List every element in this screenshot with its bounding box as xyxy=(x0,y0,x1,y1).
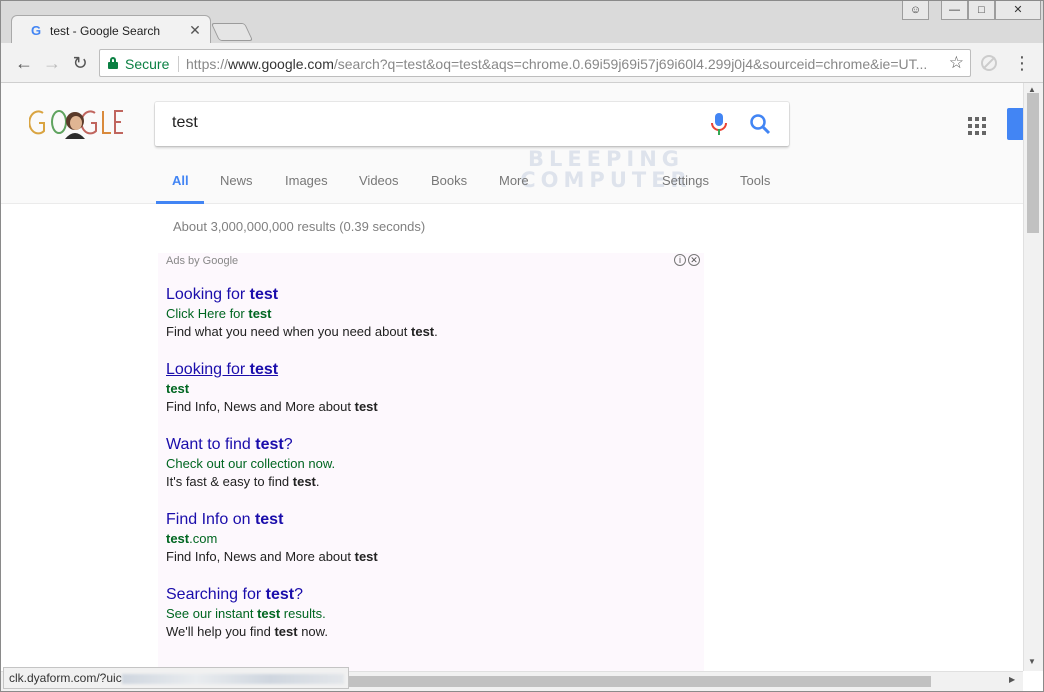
close-window-button[interactable]: ✕ xyxy=(995,1,1041,20)
reload-icon[interactable]: ↻ xyxy=(69,52,91,74)
minimize-button[interactable]: — xyxy=(941,1,968,20)
info-icon[interactable]: i xyxy=(674,254,686,266)
ad-item: Looking for test Click Here for test Fin… xyxy=(166,285,686,341)
ad-description: It's fast & easy to find test. xyxy=(166,474,320,489)
blocked-extension-icon[interactable] xyxy=(981,55,997,71)
lock-icon xyxy=(108,57,118,69)
tab-news[interactable]: News xyxy=(220,173,253,188)
maximize-button[interactable]: □ xyxy=(968,1,995,20)
scroll-right-icon[interactable]: ▶ xyxy=(1009,675,1015,684)
tab-videos[interactable]: Videos xyxy=(359,173,399,188)
window-controls: ☺ — □ ✕ xyxy=(902,1,1041,21)
tab-title: test - Google Search xyxy=(50,24,161,38)
url-text[interactable]: https://www.google.com/search?q=test&oq=… xyxy=(186,56,936,72)
back-icon[interactable]: ← xyxy=(13,52,35,74)
status-bar-url: clk.dyaform.com/?uic xyxy=(3,667,349,689)
tab-images[interactable]: Images xyxy=(285,173,328,188)
tab-tools[interactable]: Tools xyxy=(740,173,770,188)
search-box[interactable]: test xyxy=(155,102,789,146)
search-query[interactable]: test xyxy=(172,114,198,132)
ad-title[interactable]: Find Info on test xyxy=(166,510,686,530)
ad-display-url[interactable]: test.com xyxy=(166,530,686,548)
browser-toolbar: ← → ↻ Secure https://www.google.com/sear… xyxy=(1,43,1043,83)
forward-icon[interactable]: → xyxy=(41,52,63,74)
ad-item: Want to find test? Check out our collect… xyxy=(166,435,686,491)
ad-description: Find what you need when you need about t… xyxy=(166,324,438,339)
menu-icon[interactable]: ⋮ xyxy=(1013,53,1031,73)
tab-all[interactable]: All xyxy=(172,173,189,188)
new-tab-button[interactable] xyxy=(210,23,254,41)
ad-title[interactable]: Want to find test? xyxy=(166,435,686,455)
ad-item: Find Info on test test.com Find Info, Ne… xyxy=(166,510,686,566)
tab-books[interactable]: Books xyxy=(431,173,467,188)
redacted-url-part xyxy=(121,673,344,684)
google-favicon-icon: G xyxy=(30,23,42,38)
title-bar: G test - Google Search ✕ ☺ — □ ✕ xyxy=(1,1,1043,45)
apps-grid-icon[interactable] xyxy=(968,117,986,135)
vertical-scrollbar[interactable]: ▲ ▼ xyxy=(1023,83,1043,671)
scroll-down-icon[interactable]: ▼ xyxy=(1028,657,1036,666)
tab-settings[interactable]: Settings xyxy=(662,173,709,188)
ad-description: Find Info, News and More about test xyxy=(166,399,378,414)
ad-description: We'll help you find test now. xyxy=(166,624,328,639)
active-tab-indicator xyxy=(156,201,204,204)
tab-more[interactable]: More xyxy=(499,173,529,188)
ad-description: Find Info, News and More about test xyxy=(166,549,378,564)
close-icon[interactable]: ✕ xyxy=(688,254,700,266)
result-stats: About 3,000,000,000 results (0.39 second… xyxy=(173,219,426,234)
address-separator xyxy=(178,56,179,72)
google-doodle-logo[interactable] xyxy=(29,105,125,141)
search-tabs: All News Images Videos Books More Settin… xyxy=(1,173,1023,204)
ad-title[interactable]: Looking for test xyxy=(166,285,686,305)
ad-display-url[interactable]: Check out our collection now. xyxy=(166,455,686,473)
ad-display-url[interactable]: test xyxy=(166,380,686,398)
user-profile-icon[interactable]: ☺ xyxy=(902,1,929,20)
horizontal-scroll-thumb[interactable] xyxy=(347,676,931,687)
tab-close-icon[interactable]: ✕ xyxy=(188,22,202,39)
google-header: test BLEEPING COMPUTER All News Images V… xyxy=(1,83,1023,204)
secure-label: Secure xyxy=(125,56,170,72)
vertical-scroll-thumb[interactable] xyxy=(1027,93,1039,233)
browser-tab[interactable]: G test - Google Search ✕ xyxy=(11,15,211,45)
ad-item: Searching for test? See our instant test… xyxy=(166,585,686,641)
search-icon[interactable] xyxy=(749,113,771,135)
ads-label: Ads by Google xyxy=(166,255,239,267)
ad-display-url[interactable]: Click Here for test xyxy=(166,305,686,323)
sign-in-button[interactable] xyxy=(1007,108,1023,140)
address-bar[interactable]: Secure https://www.google.com/search?q=t… xyxy=(99,49,971,77)
browser-window: G test - Google Search ✕ ☺ — □ ✕ ← → ↻ S… xyxy=(0,0,1044,692)
ad-title[interactable]: Searching for test? xyxy=(166,585,686,605)
ad-item: Looking for test test Find Info, News an… xyxy=(166,360,686,416)
star-icon[interactable]: ☆ xyxy=(949,53,964,73)
ads-block: Ads by Google i ✕ Looking for test Click… xyxy=(158,253,704,671)
ad-title[interactable]: Looking for test xyxy=(166,360,686,380)
page-content: test BLEEPING COMPUTER All News Images V… xyxy=(1,83,1023,671)
microphone-icon[interactable] xyxy=(711,113,727,135)
ad-display-url[interactable]: See our instant test results. xyxy=(166,605,686,623)
